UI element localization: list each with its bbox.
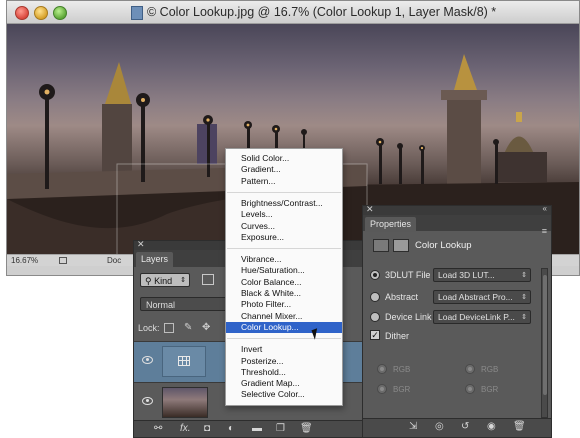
trash-icon[interactable]: 🗑 — [513, 421, 526, 433]
kind-filter-select[interactable]: ⚲ Kind ⇕ — [140, 273, 190, 287]
bgr-left-label: BGR — [393, 385, 411, 394]
menu-item-posterize[interactable]: Posterize... — [226, 356, 342, 367]
properties-panel-header: ✕ « — [363, 204, 551, 215]
reset-icon[interactable]: ↺ — [461, 421, 469, 433]
menu-item-brightness-contrast[interactable]: Brightness/Contrast... — [226, 198, 342, 209]
tab-properties[interactable]: Properties — [365, 217, 417, 232]
chevron-updown-icon: ⇕ — [521, 272, 527, 279]
document-icon — [131, 6, 143, 20]
close-window-button[interactable] — [15, 6, 29, 20]
panel-menu-icon[interactable]: ≡ — [542, 226, 547, 236]
trash-icon[interactable]: 🗑 — [300, 423, 313, 435]
zoom-readout: 16.67% — [11, 256, 39, 265]
menu-item-selective-color[interactable]: Selective Color... — [226, 389, 342, 400]
fx-icon[interactable]: fx. — [180, 423, 191, 435]
menu-item-invert[interactable]: Invert — [226, 344, 342, 355]
chevron-updown-icon: ⇕ — [521, 314, 527, 321]
chevron-updown-icon: ⇕ — [180, 277, 186, 284]
menu-item-black-white[interactable]: Black & White... — [226, 288, 342, 299]
status-icon[interactable] — [59, 257, 67, 264]
abstract-value: Load Abstract Pro... — [438, 292, 513, 302]
close-icon[interactable]: ✕ — [137, 239, 145, 250]
photo-thumbnail[interactable] — [162, 387, 208, 418]
radio-device-link[interactable] — [370, 312, 380, 322]
eye-icon[interactable] — [142, 356, 153, 364]
menu-item-hue-saturation[interactable]: Hue/Saturation... — [226, 265, 342, 276]
menu-item-vibrance[interactable]: Vibrance... — [226, 254, 342, 265]
menu-separator — [227, 338, 341, 340]
bgr-right-label: BGR — [481, 385, 499, 394]
tab-layers[interactable]: Layers — [136, 252, 174, 267]
properties-tabrow: Properties ≡ — [363, 215, 551, 236]
label-abstract: Abstract — [385, 292, 419, 302]
eye-icon[interactable] — [142, 397, 153, 405]
properties-title: Color Lookup — [415, 240, 472, 251]
doc-size-label: Doc — [107, 256, 122, 265]
image-filter-icon[interactable] — [202, 274, 214, 285]
menu-item-threshold[interactable]: Threshold... — [226, 367, 342, 378]
radio-rgb-right[interactable] — [465, 364, 475, 374]
menu-item-gradient[interactable]: Gradient... — [226, 164, 342, 175]
search-icon: ⚲ — [145, 276, 155, 286]
lock-brush-icon[interactable]: ✎ — [184, 323, 194, 333]
menu-item-color-balance[interactable]: Color Balance... — [226, 277, 342, 288]
lock-label: Lock: — [138, 323, 160, 333]
menu-item-exposure[interactable]: Exposure... — [226, 232, 342, 243]
menu-separator — [227, 248, 341, 250]
folder-icon[interactable]: ▬ — [252, 423, 262, 435]
rgb-left-label: RGB — [393, 365, 411, 374]
blend-mode-select[interactable]: Normal — [140, 297, 230, 311]
collapse-icon[interactable]: « — [543, 204, 547, 213]
radio-bgr-right[interactable] — [465, 384, 475, 394]
properties-panel: ✕ « Properties ≡ Color Lookup 3DLUT File… — [362, 204, 552, 438]
radio-bgr-left[interactable] — [377, 384, 387, 394]
dither-checkbox[interactable]: ✓ — [370, 330, 380, 340]
link-icon[interactable]: ⚯ — [154, 423, 162, 435]
menu-item-levels[interactable]: Levels... — [226, 209, 342, 220]
menu-item-channel-mixer[interactable]: Channel Mixer... — [226, 311, 342, 322]
adjustment-grid-icon[interactable] — [373, 239, 389, 252]
device-link-value: Load DeviceLink P... — [438, 312, 515, 322]
adjustment-layer-menu: Solid Color... Gradient... Pattern... Brigh… — [225, 148, 343, 406]
window-titlebar: © Color Lookup.jpg @ 16.7% (Color Lookup… — [7, 1, 579, 24]
visibility-icon[interactable]: ◉ — [487, 421, 496, 433]
menu-item-color-lookup[interactable]: Color Lookup... — [226, 321, 342, 333]
view-previous-icon[interactable]: ◎ — [435, 421, 444, 433]
menu-item-pattern[interactable]: Pattern... — [226, 176, 342, 187]
menu-item-photo-filter[interactable]: Photo Filter... — [226, 299, 342, 310]
rgb-right-label: RGB — [481, 365, 499, 374]
lock-transparent-icon[interactable] — [164, 323, 174, 333]
properties-bottom-bar: ⇲ ◎ ↺ ◉ 🗑 — [363, 418, 551, 437]
kind-label: Kind — [154, 276, 173, 286]
lock-move-icon[interactable]: ✥ — [202, 323, 212, 333]
properties-scrollbar[interactable] — [541, 268, 548, 418]
layers-bottom-bar: ⚯ fx. ◘ ◐ ▬ ❐ 🗑 — [134, 420, 362, 437]
close-icon[interactable]: ✕ — [366, 204, 374, 215]
grid-icon — [178, 356, 190, 366]
3dlut-select[interactable]: Load 3D LUT... ⇕ — [433, 268, 531, 282]
mask-toggle-icon[interactable] — [393, 239, 409, 252]
adjustment-thumbnail[interactable] — [162, 346, 206, 377]
adjustment-icon[interactable]: ◐ — [228, 423, 234, 435]
label-device-link: Device Link — [385, 312, 432, 322]
label-3dlut: 3DLUT File — [385, 270, 431, 280]
mask-icon[interactable]: ◘ — [204, 423, 210, 435]
device-link-select[interactable]: Load DeviceLink P... ⇕ — [433, 310, 531, 324]
clip-to-layer-icon[interactable]: ⇲ — [409, 421, 417, 433]
zoom-window-button[interactable] — [53, 6, 67, 20]
menu-separator — [227, 191, 341, 193]
radio-abstract[interactable] — [370, 292, 380, 302]
menu-item-solid-color[interactable]: Solid Color... — [226, 153, 342, 164]
chevron-updown-icon: ⇕ — [521, 294, 527, 301]
menu-item-curves[interactable]: Curves... — [226, 221, 342, 232]
minimize-window-button[interactable] — [34, 6, 48, 20]
dither-label: Dither — [385, 331, 410, 341]
new-layer-icon[interactable]: ❐ — [276, 423, 285, 435]
abstract-select[interactable]: Load Abstract Pro... ⇕ — [433, 290, 531, 304]
radio-rgb-left[interactable] — [377, 364, 387, 374]
menu-item-gradient-map[interactable]: Gradient Map... — [226, 378, 342, 389]
radio-3dlut[interactable] — [370, 270, 380, 280]
window-title: © Color Lookup.jpg @ 16.7% (Color Lookup… — [147, 5, 497, 19]
3dlut-value: Load 3D LUT... — [438, 270, 495, 280]
